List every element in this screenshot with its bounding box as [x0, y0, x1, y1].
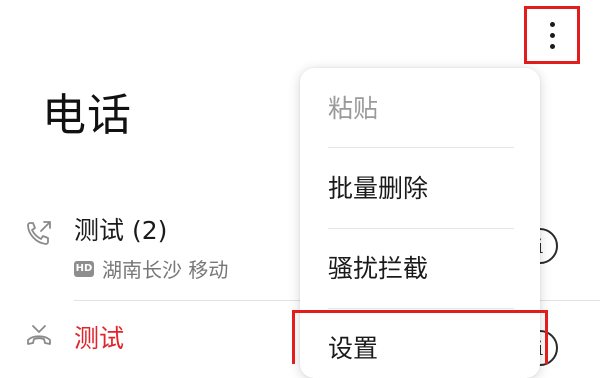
location-line: HD 湖南长沙 移动 — [74, 254, 228, 283]
hd-badge: HD — [74, 260, 94, 277]
menu-item-spam-block[interactable]: 骚扰拦截 — [328, 252, 514, 286]
missed-call-icon — [27, 325, 51, 345]
more-vertical-icon — [549, 21, 555, 49]
outgoing-call-icon — [27, 221, 51, 245]
settings-highlight-box — [292, 310, 548, 364]
menu-divider — [328, 228, 514, 229]
location-text: 湖南长沙 移动 — [102, 258, 229, 282]
menu-item-batch-delete[interactable]: 批量删除 — [328, 172, 514, 206]
page-title: 电话 — [42, 90, 132, 141]
menu-item-paste: 粘贴 — [328, 94, 379, 123]
contact-name: 测试 — [74, 324, 125, 353]
contact-name: 测试 (2) — [74, 216, 168, 245]
menu-divider — [328, 147, 514, 148]
more-options-button[interactable] — [524, 6, 580, 64]
menu-divider — [328, 308, 514, 309]
